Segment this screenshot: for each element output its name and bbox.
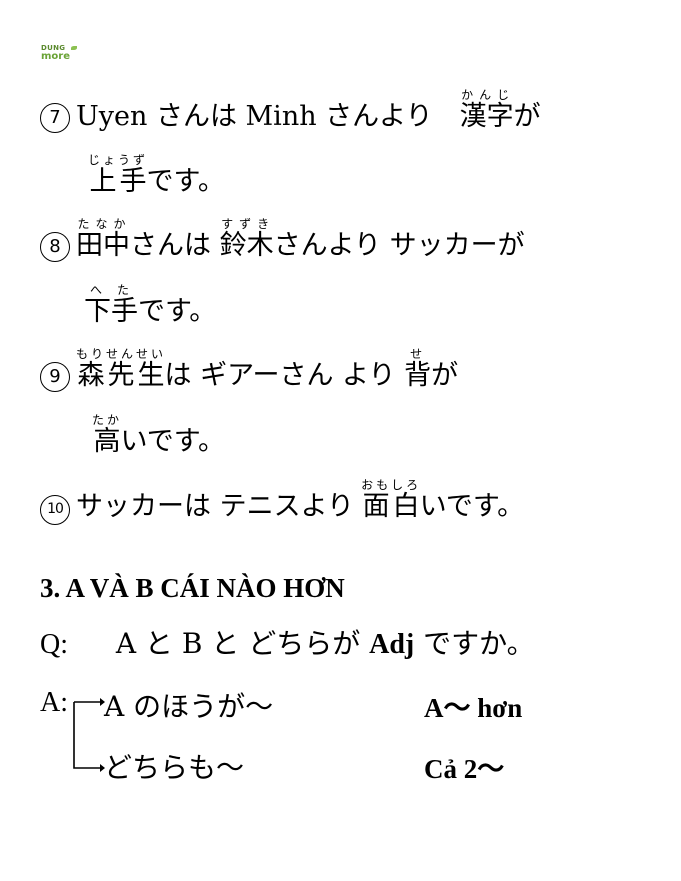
furigana-word: 上手じょうず [88, 153, 149, 197]
furigana-word: 高たか [92, 413, 123, 457]
sentence-fragment: いです。 [120, 426, 226, 457]
furigana-word: 森先生もりせんせい [76, 347, 167, 391]
question-label: Q: [40, 629, 68, 660]
sentence-7-line-1: 7 Uyen さんは Minh さんより 漢字かんじが [40, 88, 541, 133]
sentence-fragment: さんより サッカーが [273, 230, 525, 261]
logo-line-2: more [41, 51, 71, 62]
sentence-fragment: サッカーは テニスより [76, 491, 363, 522]
answer-bracket-arrows-icon [73, 698, 105, 772]
answer-option-1-meaning: A～ hơn [424, 693, 523, 723]
sentence-fragment: Uyen さんは Minh さんより [76, 101, 460, 132]
furigana-word: 背せ [404, 347, 432, 391]
sentence-fragment: です。 [146, 166, 225, 197]
question-text-post: ですか。 [414, 627, 535, 660]
answer-option-1-jp: A のほうが～ [104, 690, 274, 723]
furigana-reading: じょうず [88, 153, 149, 167]
furigana-word: 漢字かんじ [459, 88, 514, 132]
answer-label: A: [40, 687, 68, 718]
sentence-text: 森先生もりせんせいは ギアーさん より 背せが [76, 347, 459, 391]
sentence-10-line-1: 10 サッカーは テニスより 面白おもしろいです。 [40, 478, 524, 525]
furigana-word: 田中たなか [76, 217, 130, 261]
sentence-fragment: が [513, 101, 541, 132]
logo-leaf-icon [71, 46, 77, 50]
question-text-pre: A と B と どちらが [115, 627, 370, 660]
answer-option-2-jp: どちらも～ [104, 751, 245, 784]
circled-number-9: 9 [40, 362, 70, 392]
section-title: 3. A VÀ B CÁI NÀO HƠN [40, 573, 345, 603]
sentence-text: 田中たなかさんは 鈴木すずきさんより サッカーが [76, 217, 525, 261]
question-adj: Adj [369, 629, 415, 660]
sentence-9-line-1: 9 森先生もりせんせいは ギアーさん より 背せが [40, 347, 458, 392]
sentence-8-line-1: 8 田中たなかさんは 鈴木すずきさんより サッカーが [40, 217, 525, 262]
furigana-word: 鈴木すずき [219, 217, 274, 261]
dungmori-logo: DUNG more [41, 44, 81, 62]
sentence-fragment: さんは [130, 230, 220, 261]
circled-number-10: 10 [40, 495, 70, 525]
sentence-fragment: です。 [138, 296, 217, 327]
sentence-8-line-2: 下手へたです。 [84, 283, 216, 327]
furigana-reading: おもしろ [361, 478, 422, 492]
furigana-reading: もりせんせい [76, 347, 167, 361]
sentence-fragment: いです。 [419, 491, 525, 522]
question-line: Q: A と B と どちらが Adj ですか。 [40, 622, 535, 662]
sentence-text: サッカーは テニスより 面白おもしろいです。 [76, 478, 525, 522]
circled-number-7: 7 [40, 103, 70, 133]
sentence-fragment: が [431, 360, 459, 391]
sentence-9-line-2: 高たかいです。 [92, 413, 225, 457]
furigana-reading: へた [84, 283, 138, 297]
sentence-text: Uyen さんは Minh さんより 漢字かんじが [76, 88, 541, 132]
sentence-fragment: は ギアーさん より [164, 360, 405, 391]
furigana-word: 面白おもしろ [361, 478, 422, 522]
furigana-reading: せ [404, 347, 432, 361]
answer-option-2-meaning: Cả 2～ [424, 754, 505, 784]
furigana-reading: たなか [76, 217, 130, 231]
furigana-reading: たか [92, 413, 123, 427]
furigana-reading: すずき [219, 217, 274, 231]
furigana-word: 下手へた [84, 283, 138, 327]
circled-number-8: 8 [40, 232, 70, 262]
sentence-7-line-2: 上手じょうずです。 [88, 153, 225, 197]
furigana-reading: かんじ [459, 88, 514, 102]
